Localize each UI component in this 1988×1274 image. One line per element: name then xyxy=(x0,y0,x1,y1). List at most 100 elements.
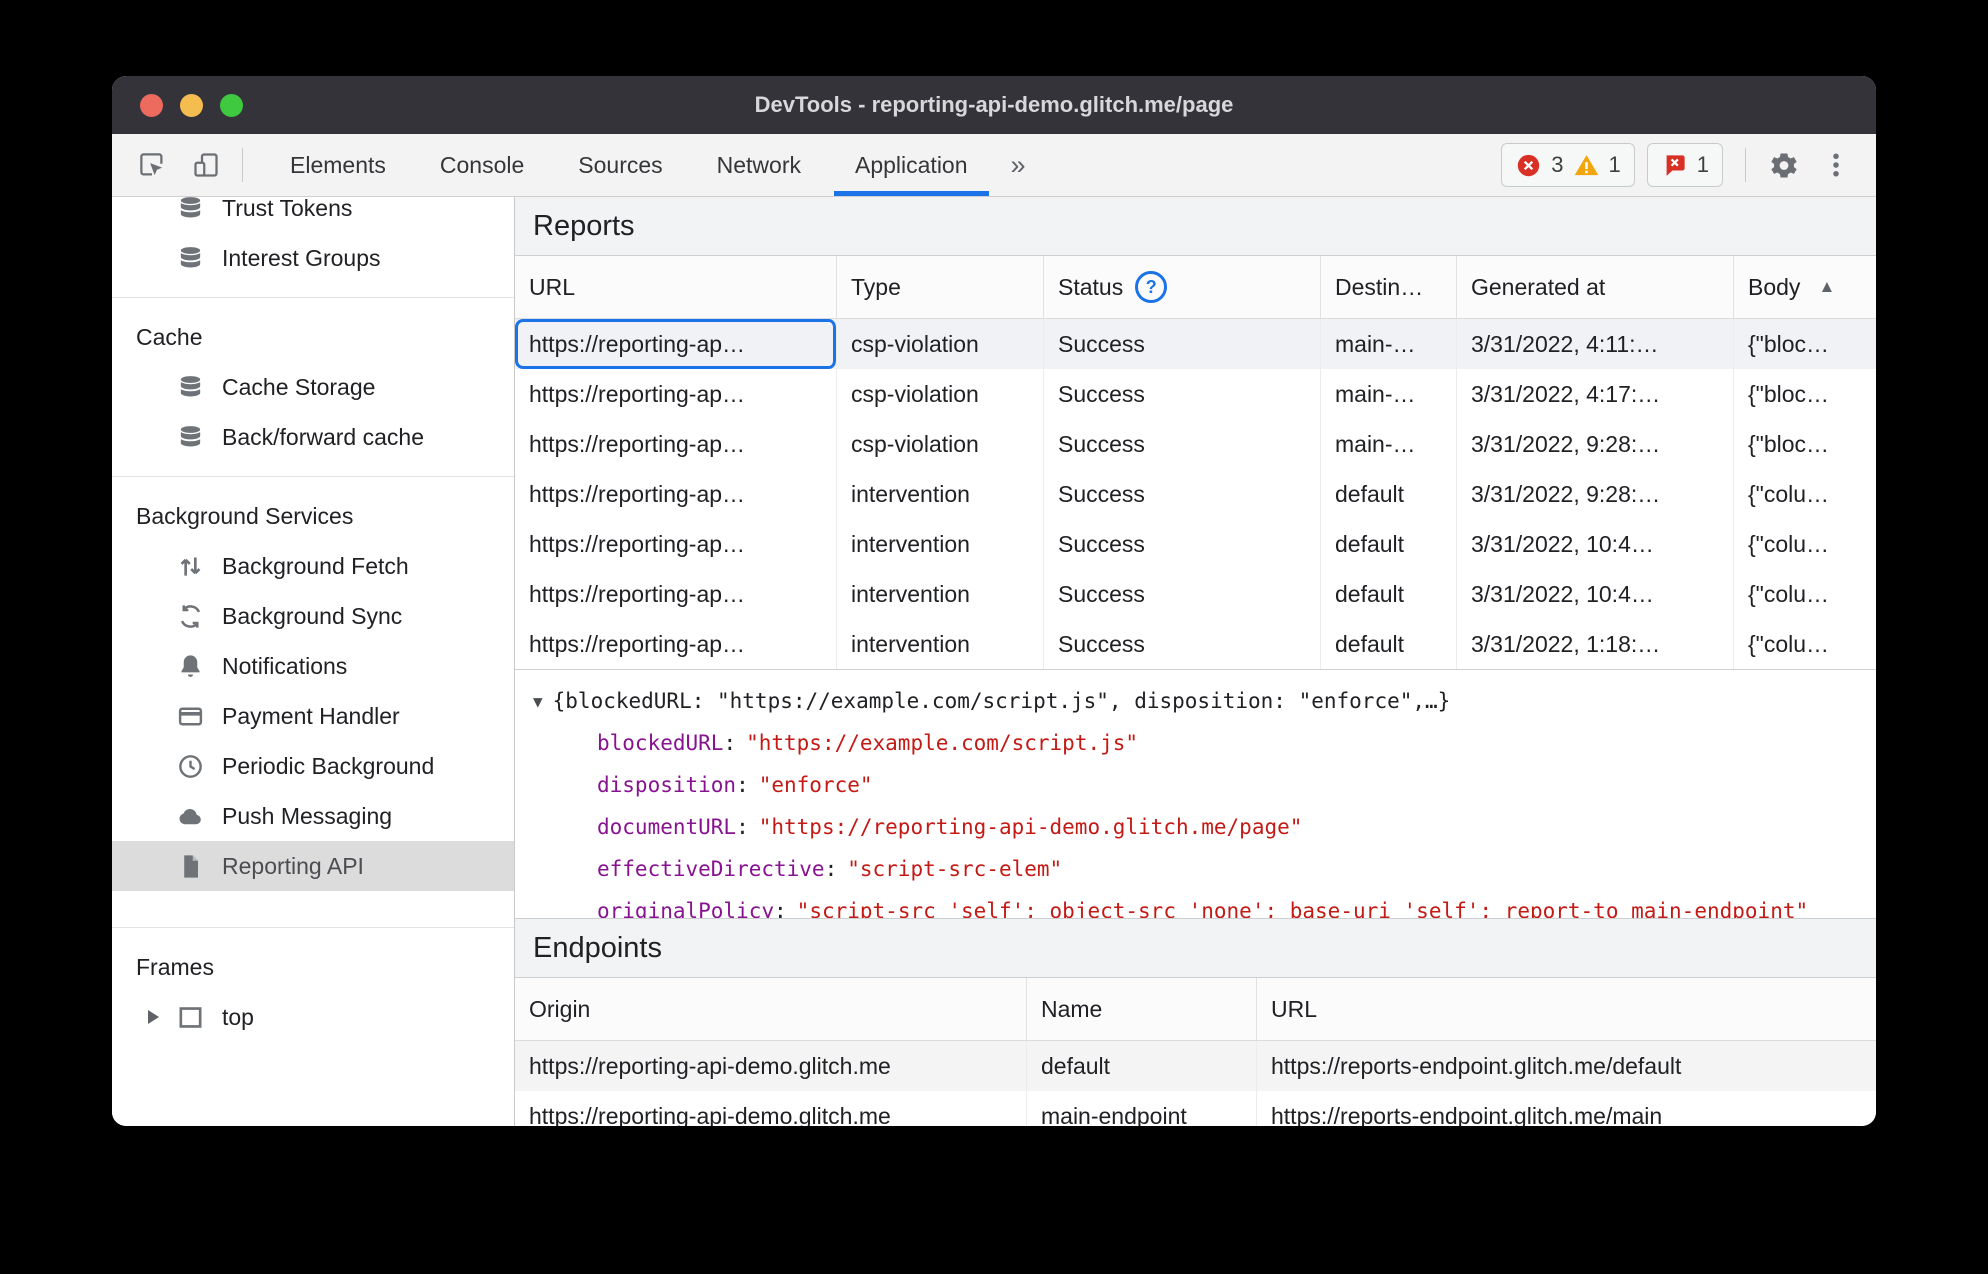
report-cell-status[interactable]: Success xyxy=(1044,569,1321,619)
issues-badge[interactable]: 1 xyxy=(1646,143,1723,187)
endpoint-cell-url[interactable]: https://reports-endpoint.glitch.me/defau… xyxy=(1257,1041,1876,1091)
report-cell-type[interactable]: intervention xyxy=(837,469,1044,519)
report-cell-destination[interactable]: default xyxy=(1321,569,1457,619)
report-cell-generated[interactable]: 3/31/2022, 9:28:… xyxy=(1457,469,1734,519)
sidebar-item-notifications[interactable]: Notifications xyxy=(112,641,514,691)
sidebar-item-background-sync[interactable]: Background Sync xyxy=(112,591,514,641)
sidebar-item-background-fetch[interactable]: Background Fetch xyxy=(112,541,514,591)
report-cell-type[interactable]: intervention xyxy=(837,519,1044,569)
report-cell-type[interactable]: intervention xyxy=(837,619,1044,669)
report-cell-type[interactable]: csp-violation xyxy=(837,419,1044,469)
sidebar-item-reporting-api[interactable]: Reporting API xyxy=(112,841,514,891)
endpoint-row[interactable]: https://reporting-api-demo.glitch.me def… xyxy=(515,1041,1876,1091)
document-icon xyxy=(176,852,205,881)
column-header-generated-at[interactable]: Generated at xyxy=(1457,256,1734,318)
report-cell-generated[interactable]: 3/31/2022, 9:28:… xyxy=(1457,419,1734,469)
report-cell-body[interactable]: {"colu… xyxy=(1734,519,1876,569)
report-cell-url[interactable]: https://reporting-ap… xyxy=(515,319,837,369)
status-help-icon[interactable]: ? xyxy=(1135,271,1168,303)
report-row[interactable]: https://reporting-ap… intervention Succe… xyxy=(515,469,1876,519)
json-value: "script-src 'self'; object-src 'none'; b… xyxy=(796,899,1809,918)
report-cell-status[interactable]: Success xyxy=(1044,369,1321,419)
reporting-api-panel: Reports URL Type Status ? Destin… Genera… xyxy=(515,197,1876,1126)
report-cell-destination[interactable]: default xyxy=(1321,619,1457,669)
more-tabs-chevron-icon[interactable]: » xyxy=(995,134,1042,196)
report-cell-generated[interactable]: 3/31/2022, 1:18:… xyxy=(1457,619,1734,669)
column-header-status[interactable]: Status ? xyxy=(1044,256,1321,318)
issues-icon xyxy=(1666,154,1685,176)
report-cell-destination[interactable]: default xyxy=(1321,469,1457,519)
tab-application[interactable]: Application xyxy=(828,134,995,196)
column-header-type[interactable]: Type xyxy=(837,256,1044,318)
collapse-caret-icon[interactable]: ▼ xyxy=(533,692,543,711)
sidebar-item-periodic-background-sync[interactable]: Periodic Background xyxy=(112,741,514,791)
endpoint-cell-origin[interactable]: https://reporting-api-demo.glitch.me xyxy=(515,1091,1027,1126)
report-cell-body[interactable]: {"colu… xyxy=(1734,619,1876,669)
report-row[interactable]: https://reporting-ap… intervention Succe… xyxy=(515,519,1876,569)
sidebar-item-back-forward-cache[interactable]: Back/forward cache xyxy=(112,412,514,462)
endpoint-cell-name[interactable]: main-endpoint xyxy=(1027,1091,1257,1126)
report-row[interactable]: https://reporting-ap… csp-violation Succ… xyxy=(515,319,1876,369)
report-cell-body[interactable]: {"colu… xyxy=(1734,469,1876,519)
column-header-destination[interactable]: Destin… xyxy=(1321,256,1457,318)
report-cell-destination[interactable]: main-… xyxy=(1321,319,1457,369)
report-cell-url[interactable]: https://reporting-ap… xyxy=(515,469,837,519)
report-cell-status[interactable]: Success xyxy=(1044,519,1321,569)
column-header-body[interactable]: Body ▲ xyxy=(1734,256,1876,318)
endpoint-cell-url[interactable]: https://reports-endpoint.glitch.me/main xyxy=(1257,1091,1876,1127)
report-cell-status[interactable]: Success xyxy=(1044,319,1321,369)
clock-icon xyxy=(176,752,205,781)
endpoint-cell-name[interactable]: default xyxy=(1027,1041,1257,1091)
inspect-element-icon[interactable] xyxy=(136,149,168,181)
report-cell-body[interactable]: {"colu… xyxy=(1734,569,1876,619)
tab-network[interactable]: Network xyxy=(690,134,828,196)
report-cell-url[interactable]: https://reporting-ap… xyxy=(515,419,837,469)
report-cell-url[interactable]: https://reporting-ap… xyxy=(515,569,837,619)
report-cell-generated[interactable]: 3/31/2022, 4:17:… xyxy=(1457,369,1734,419)
report-cell-generated[interactable]: 3/31/2022, 10:4… xyxy=(1457,519,1734,569)
report-cell-body[interactable]: {"bloc… xyxy=(1734,319,1876,369)
column-header-url[interactable]: URL xyxy=(515,256,837,318)
kebab-menu-icon[interactable] xyxy=(1820,149,1852,181)
report-row[interactable]: https://reporting-ap… csp-violation Succ… xyxy=(515,369,1876,419)
device-toolbar-icon[interactable] xyxy=(190,149,222,181)
column-header-name[interactable]: Name xyxy=(1027,978,1257,1040)
report-row[interactable]: https://reporting-ap… intervention Succe… xyxy=(515,619,1876,669)
endpoint-cell-origin[interactable]: https://reporting-api-demo.glitch.me xyxy=(515,1041,1027,1091)
report-cell-status[interactable]: Success xyxy=(1044,469,1321,519)
sidebar-item-frame-top[interactable]: top xyxy=(112,992,514,1042)
report-cell-status[interactable]: Success xyxy=(1044,419,1321,469)
report-cell-generated[interactable]: 3/31/2022, 10:4… xyxy=(1457,569,1734,619)
settings-gear-icon[interactable] xyxy=(1768,149,1800,181)
report-cell-type[interactable]: csp-violation xyxy=(837,319,1044,369)
tab-console[interactable]: Console xyxy=(413,134,551,196)
expand-caret-icon[interactable] xyxy=(148,1010,159,1024)
report-cell-url[interactable]: https://reporting-ap… xyxy=(515,519,837,569)
sidebar-item-interest-groups[interactable]: Interest Groups xyxy=(112,233,514,283)
report-cell-generated[interactable]: 3/31/2022, 4:11:… xyxy=(1457,319,1734,369)
report-cell-type[interactable]: csp-violation xyxy=(837,369,1044,419)
endpoint-row[interactable]: https://reporting-api-demo.glitch.me mai… xyxy=(515,1091,1876,1126)
report-cell-destination[interactable]: main-… xyxy=(1321,369,1457,419)
column-header-endpoint-url[interactable]: URL xyxy=(1257,978,1876,1040)
sidebar-item-payment-handler[interactable]: Payment Handler xyxy=(112,691,514,741)
report-cell-body[interactable]: {"bloc… xyxy=(1734,419,1876,469)
sidebar-item-trust-tokens[interactable]: Trust Tokens xyxy=(112,197,514,233)
report-row[interactable]: https://reporting-ap… intervention Succe… xyxy=(515,569,1876,619)
report-cell-url[interactable]: https://reporting-ap… xyxy=(515,369,837,419)
report-cell-destination[interactable]: main-… xyxy=(1321,419,1457,469)
report-cell-status[interactable]: Success xyxy=(1044,619,1321,669)
report-cell-body[interactable]: {"bloc… xyxy=(1734,369,1876,419)
tab-elements[interactable]: Elements xyxy=(263,134,413,196)
report-cell-type[interactable]: intervention xyxy=(837,569,1044,619)
sidebar-item-push-messaging[interactable]: Push Messaging xyxy=(112,791,514,841)
sidebar-item-cache-storage[interactable]: Cache Storage xyxy=(112,362,514,412)
tab-sources[interactable]: Sources xyxy=(551,134,689,196)
console-errors-warnings-badge[interactable]: 3 1 xyxy=(1501,143,1635,187)
column-header-origin[interactable]: Origin xyxy=(515,978,1027,1040)
json-key: disposition xyxy=(597,773,737,797)
warning-count: 1 xyxy=(1608,152,1621,177)
report-row[interactable]: https://reporting-ap… csp-violation Succ… xyxy=(515,419,1876,469)
report-cell-destination[interactable]: default xyxy=(1321,519,1457,569)
report-cell-url[interactable]: https://reporting-ap… xyxy=(515,619,837,669)
